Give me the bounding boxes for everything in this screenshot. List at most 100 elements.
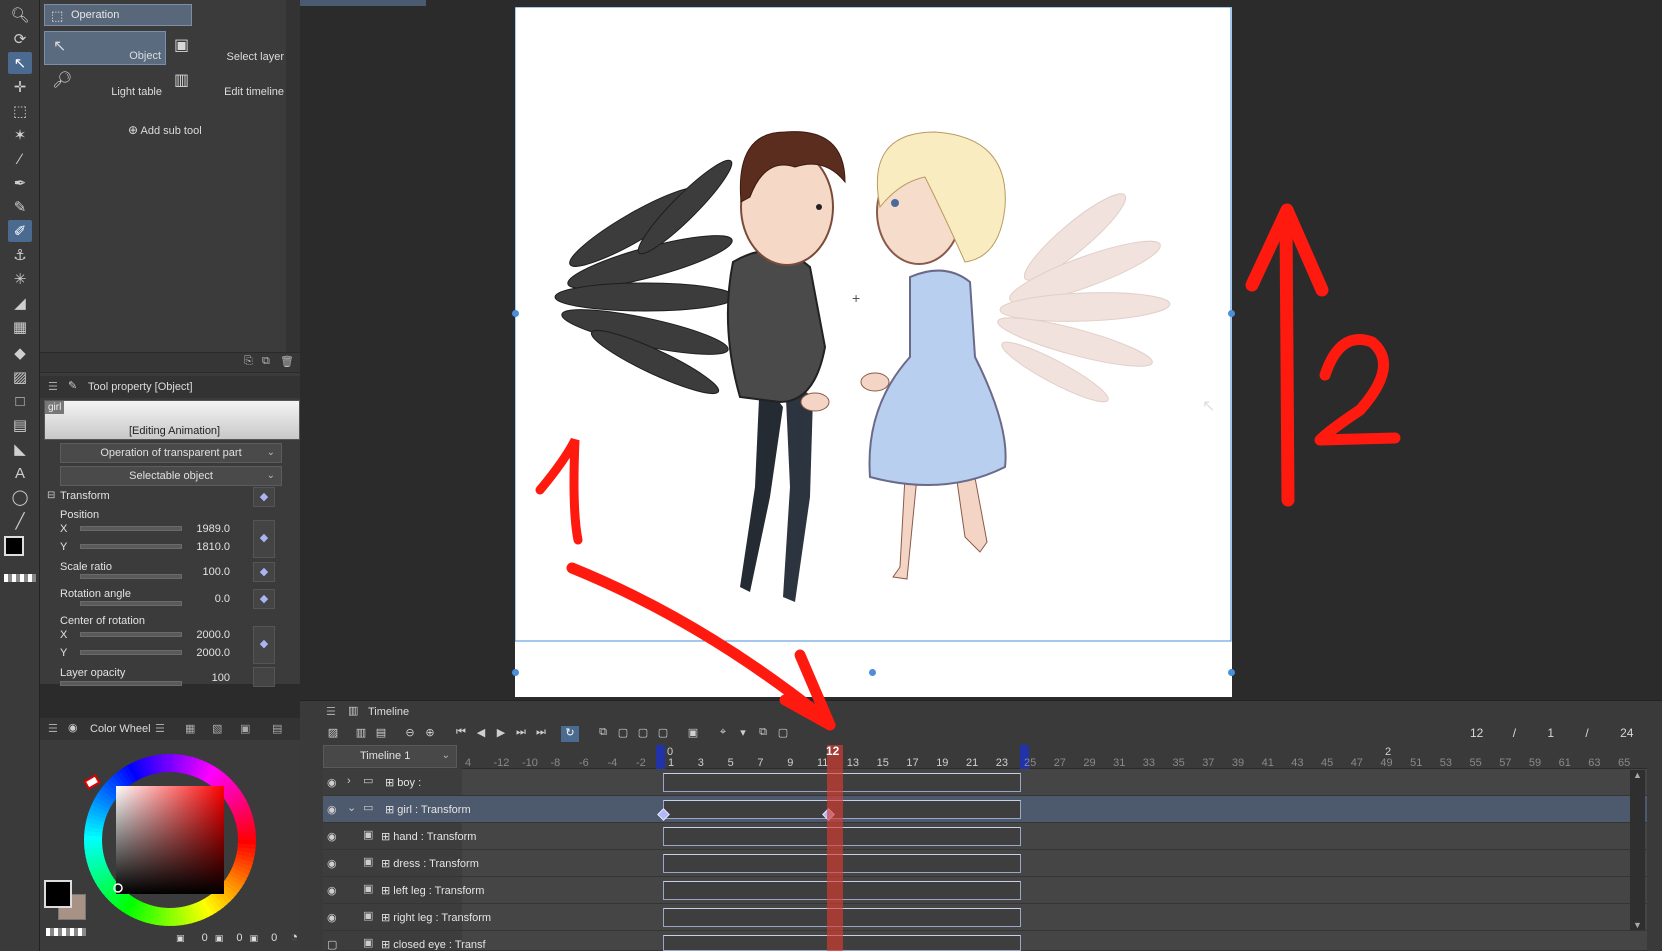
correct-line-icon[interactable]: ╱ <box>8 510 32 532</box>
loop-icon[interactable]: ↻ <box>561 726 579 742</box>
zoom-in-icon[interactable]: ⊕ <box>421 726 439 742</box>
subtool-select-layer[interactable]: ▣ Select layer <box>166 31 288 65</box>
intermediate-color-tab-icon[interactable]: ▧ <box>212 722 222 735</box>
panel-menu-icon[interactable]: ☰ <box>48 380 58 393</box>
keyframe-add-icon[interactable]: ▾ <box>734 726 752 742</box>
decoration-icon[interactable]: ✳ <box>8 268 32 290</box>
chevron-right-icon[interactable]: › <box>347 775 351 787</box>
lasso-icon[interactable]: ⟳ <box>8 28 32 50</box>
color-wheel-tab[interactable]: ☰ ◉ Color Wheel ☰ ▦ ▧ ▣ ▤ <box>40 718 300 740</box>
delete-cel-icon[interactable]: ▢ <box>654 726 672 742</box>
camera-icon[interactable]: ▣ <box>684 726 702 742</box>
canvas[interactable]: + <box>514 6 1232 697</box>
layer-opacity-slider[interactable] <box>60 681 182 686</box>
create-subtool-icon[interactable]: ⧉ <box>262 355 270 368</box>
transform-keyframe-button[interactable]: ◆ <box>253 487 275 507</box>
add-subtool-button[interactable]: ⊕ Add sub tool <box>128 123 202 137</box>
eye-icon[interactable]: ◉ <box>327 911 337 924</box>
eyedropper-icon[interactable]: ∕ <box>8 148 32 170</box>
subtool-edit-timeline[interactable]: ▥ Edit timeline <box>166 66 288 100</box>
wheel-main-color[interactable] <box>44 880 72 908</box>
eye-icon[interactable]: ◉ <box>327 830 337 843</box>
move-icon[interactable]: ✛ <box>8 76 32 98</box>
wheel-transparent-color[interactable] <box>46 928 86 936</box>
center-y-slider[interactable] <box>80 650 182 655</box>
keyframe-enable-icon[interactable]: ⌖ <box>714 726 732 742</box>
tool-property-tab[interactable]: ☰ ✎ Tool property [Object] <box>40 376 300 398</box>
new-animation-folder-icon[interactable]: ▤ <box>372 726 390 742</box>
transform-handle-left[interactable] <box>512 310 519 317</box>
scale-value[interactable]: 100.0 <box>170 566 230 578</box>
previous-frame-icon[interactable]: ◀︎ <box>472 726 490 742</box>
blend-icon[interactable]: ▦ <box>8 316 32 338</box>
frame-border-icon[interactable]: ▤ <box>8 414 32 436</box>
keyframe-settings-icon[interactable]: ⧉ <box>754 726 772 742</box>
color-set-tab-icon[interactable]: ▦ <box>185 722 195 735</box>
onion-skin-icon[interactable]: ⧉ <box>594 726 612 742</box>
selectable-object-dropdown[interactable]: Selectable object ⌄ <box>60 466 282 486</box>
color-history-tab-icon[interactable]: ▤ <box>272 722 282 735</box>
fill-icon[interactable]: ◆ <box>8 342 32 364</box>
operation-icon[interactable]: ↖ <box>8 52 32 74</box>
val-value[interactable]: 0 <box>271 932 277 944</box>
balloon-icon[interactable]: ◯ <box>8 486 32 508</box>
timeline-select[interactable]: Timeline 1 ⌄ <box>323 745 457 768</box>
eye-icon[interactable]: ◉ <box>327 803 337 816</box>
transparent-part-dropdown[interactable]: Operation of transparent part ⌄ <box>60 443 282 463</box>
first-frame-icon[interactable]: ⏮︎ <box>452 726 470 742</box>
color-mode-icon[interactable]: ◔ <box>290 929 298 944</box>
ruler-icon[interactable]: ◣ <box>8 438 32 460</box>
timeline-tab-label[interactable]: Timeline <box>368 706 409 718</box>
next-frame-icon[interactable]: ⏭︎ <box>512 726 530 742</box>
zoom-out-icon[interactable]: ⊖ <box>401 726 419 742</box>
canvas-tab[interactable] <box>300 0 426 6</box>
sat-value[interactable]: 0 <box>236 932 242 944</box>
subtool-light-table[interactable]: 🔎︎ Light table <box>44 66 166 100</box>
layer-settings-icon[interactable]: ▥ <box>352 726 370 742</box>
last-frame-icon[interactable]: ⏭︎ <box>532 726 550 742</box>
eye-icon[interactable]: ▢ <box>327 938 337 950</box>
color-wheel[interactable] <box>70 740 270 940</box>
panel-menu-icon[interactable]: ☰ <box>326 705 336 718</box>
new-timeline-icon[interactable]: ▨ <box>324 726 342 742</box>
position-y-slider[interactable] <box>80 544 182 549</box>
panel-menu-icon[interactable]: ☰ <box>48 722 58 735</box>
timeline-scrollbar[interactable]: ▲ ▼ <box>1630 770 1645 930</box>
collapse-icon[interactable]: ⊟ <box>47 490 55 501</box>
delete-subtool-icon[interactable]: 🗑︎ <box>280 355 294 368</box>
main-color-swatch[interactable] <box>4 536 24 556</box>
position-x-slider[interactable] <box>80 526 182 531</box>
keyframe-interp-icon[interactable]: ▢ <box>774 726 792 742</box>
rotation-keyframe-button[interactable]: ◆ <box>253 589 275 609</box>
figure-icon[interactable]: □ <box>8 390 32 412</box>
eraser-icon[interactable]: ◢ <box>8 292 32 314</box>
center-x-slider[interactable] <box>80 632 182 637</box>
copy-subtool-icon[interactable]: ⎘ <box>244 355 253 368</box>
transform-handle-right[interactable] <box>1228 310 1235 317</box>
hue-segment[interactable] <box>165 754 172 773</box>
hue-cursor[interactable] <box>83 774 101 790</box>
eye-icon[interactable]: ◉ <box>327 884 337 897</box>
subtool-group-header[interactable]: ⬚ Operation <box>44 4 192 26</box>
rotation-slider[interactable] <box>80 601 182 606</box>
zoom-icon[interactable]: 🔍︎ <box>8 4 32 26</box>
subtool-object[interactable]: ↖ Object <box>44 31 166 65</box>
scroll-down-icon[interactable]: ▼ <box>1633 920 1642 930</box>
pencil-icon[interactable]: ✎ <box>8 196 32 218</box>
playhead[interactable] <box>827 745 843 951</box>
transform-handle-bottom-left[interactable] <box>512 669 519 676</box>
pen-icon[interactable]: ✒ <box>8 172 32 194</box>
assign-cel-icon[interactable]: ▢ <box>634 726 652 742</box>
layer-opacity-value[interactable]: 100 <box>170 672 230 684</box>
selection-icon[interactable]: ⬚ <box>8 100 32 122</box>
transform-handle-bottom-right[interactable] <box>1228 669 1235 676</box>
new-cel-icon[interactable]: ▢ <box>614 726 632 742</box>
transform-handle-bottom[interactable] <box>869 669 876 676</box>
play-icon[interactable]: ▶︎ <box>492 726 510 742</box>
color-slider-tab-icon[interactable]: ☰ <box>155 722 165 735</box>
eye-icon[interactable]: ◉ <box>327 776 337 789</box>
airbrush-icon[interactable]: ⚓ <box>8 244 32 266</box>
layer-opacity-keyframe-button[interactable] <box>253 667 275 687</box>
approximate-color-tab-icon[interactable]: ▣ <box>240 722 250 735</box>
start-marker[interactable] <box>656 745 665 769</box>
